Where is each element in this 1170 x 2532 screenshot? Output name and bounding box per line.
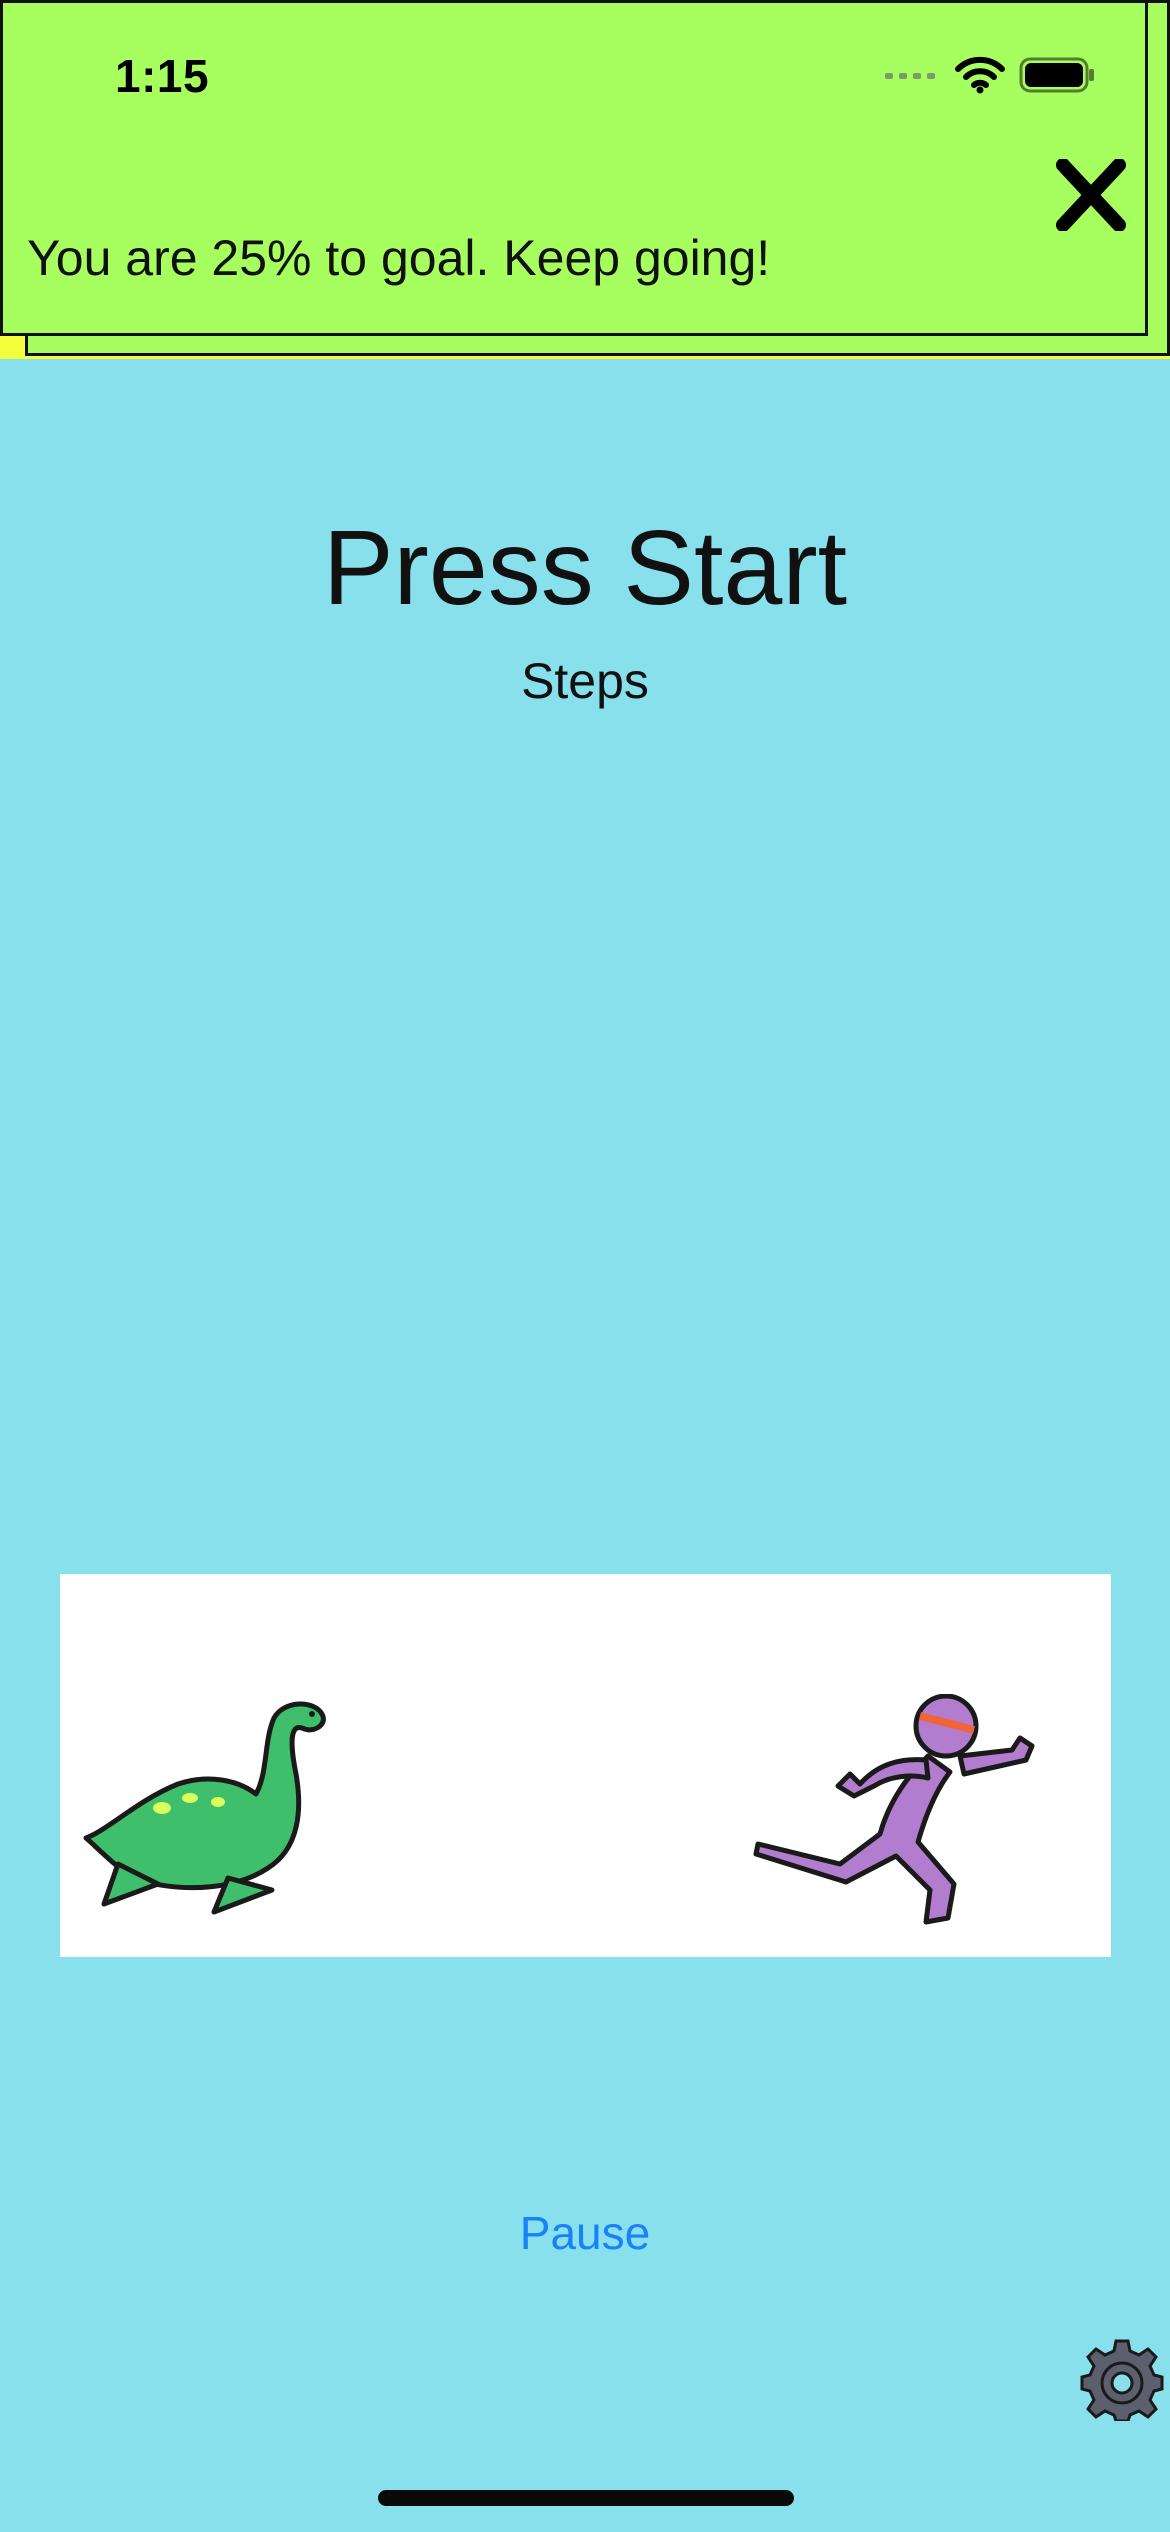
home-indicator xyxy=(378,2490,794,2506)
sea-monster-illustration xyxy=(83,1701,326,1915)
notification-message: You are 25% to goal. Keep going! xyxy=(27,230,771,286)
signal-icon xyxy=(885,73,935,79)
notification-banner: 1:15 You are 25% to goal. Keep going! xyxy=(0,0,1148,336)
status-time: 1:15 xyxy=(115,50,210,102)
close-icon[interactable] xyxy=(1055,159,1127,231)
gear-icon[interactable] xyxy=(1080,2337,1164,2421)
running-person-illustration xyxy=(753,1694,1035,1925)
step-count-title: Press Start xyxy=(322,509,848,627)
battery-icon xyxy=(1019,57,1094,93)
status-icons xyxy=(885,55,1095,95)
wifi-icon xyxy=(955,56,1005,94)
pause-button[interactable]: Pause xyxy=(0,2206,1170,2260)
race-track xyxy=(60,1574,1111,1957)
steps-label: Steps xyxy=(521,653,649,709)
